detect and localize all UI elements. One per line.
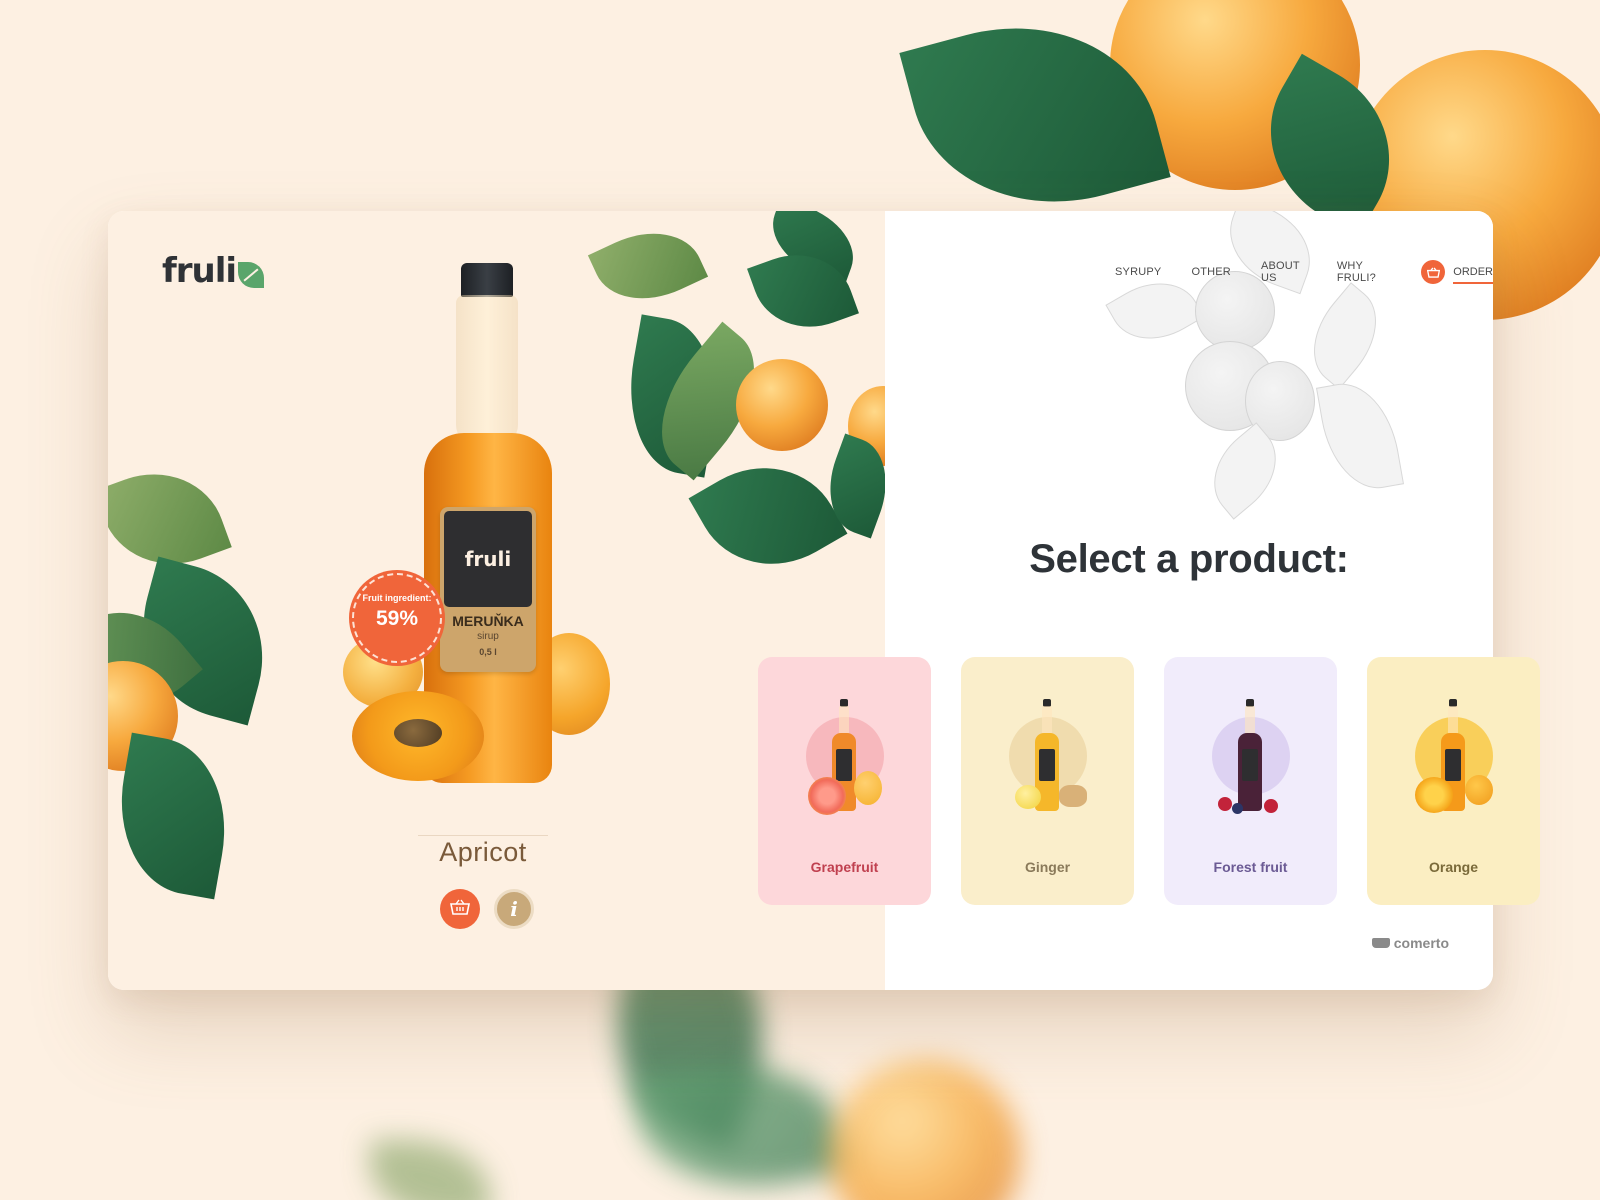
product-card-name: Orange: [1428, 859, 1478, 875]
ginger-image: [1059, 785, 1087, 807]
raspberry-image: [1218, 797, 1232, 811]
label-volume: 0,5 l: [479, 647, 497, 657]
raspberry-image: [1264, 799, 1278, 813]
leaf-icon: [238, 262, 265, 288]
sketch-leaf: [1293, 282, 1397, 390]
grapefruit-image: [854, 771, 882, 805]
bottle-neck: [1245, 706, 1255, 736]
basket-icon: [1421, 260, 1446, 284]
leaf-decoration: [688, 438, 848, 594]
apricot-decoration: [736, 359, 828, 451]
bottle-label: [1242, 749, 1258, 781]
order-button[interactable]: ORDER: [1421, 260, 1493, 284]
label-product-name: MERUŇKA: [452, 613, 524, 629]
bottle-label: [1445, 749, 1461, 781]
leaf-decoration: [587, 213, 709, 319]
powered-by-label: comerto: [1393, 935, 1449, 951]
orange-image: [1465, 775, 1493, 805]
nav-item-about-us[interactable]: ABOUT US: [1261, 260, 1307, 284]
product-card-name: Ginger: [1024, 859, 1071, 875]
label-logo-area: fruli: [444, 511, 532, 607]
basket-icon: [450, 899, 470, 920]
comerto-logo-icon: [1371, 938, 1390, 948]
label-product-type: sirup: [477, 631, 499, 642]
bottle-cap: [461, 263, 513, 297]
nav-item-syrupy[interactable]: SYRUPY: [1115, 266, 1161, 278]
bg-apricot-bottom: [830, 1060, 1020, 1200]
bottle-label: [836, 749, 852, 781]
apricot-pit: [394, 719, 442, 747]
orange-image: [1415, 777, 1453, 813]
bottle-neck: [456, 295, 518, 445]
bottle-neck: [1042, 706, 1052, 736]
add-to-cart-button[interactable]: [440, 889, 480, 929]
main-nav: SYRUPY OTHER ABOUT US WHY FRULI? ORDER: [1115, 260, 1493, 284]
brand-logo[interactable]: fruli: [162, 251, 265, 291]
nav-item-other[interactable]: OTHER: [1191, 266, 1231, 278]
info-button[interactable]: i: [494, 889, 534, 929]
blueberry-image: [1232, 803, 1243, 814]
grapefruit-image: [808, 777, 846, 815]
divider: [418, 835, 548, 836]
bg-leaf-bottom-3: [370, 1140, 490, 1200]
leaf-decoration: [108, 732, 241, 900]
nav-item-why-fruli[interactable]: WHY FRULI?: [1337, 260, 1391, 284]
badge-value: 59%: [375, 607, 419, 630]
product-card-name: Forest fruit: [1213, 859, 1288, 875]
logo-text: fruli: [162, 251, 237, 291]
bottle-neck: [839, 706, 849, 736]
info-icon: i: [510, 897, 518, 921]
bottle-neck: [1448, 706, 1458, 736]
product-card-forest-fruit[interactable]: Forest fruit: [1164, 657, 1337, 905]
product-bottle-thumbnail: [1238, 699, 1262, 811]
bottle-label: [1039, 749, 1055, 781]
order-label: ORDER: [1453, 266, 1493, 284]
product-title: Apricot: [439, 837, 527, 867]
bottle-label: fruli MERUŇKA sirup 0,5 l: [440, 507, 536, 672]
product-card-orange[interactable]: Orange: [1367, 657, 1540, 905]
powered-by[interactable]: comerto: [1371, 935, 1449, 951]
product-card-name: Grapefruit: [810, 859, 879, 875]
badge-label: Fruit ingredient:: [362, 593, 432, 603]
fruit-ingredient-badge: Fruit ingredient: 59%: [352, 573, 442, 663]
page-title: Select a product:: [1029, 537, 1349, 581]
product-card-grapefruit[interactable]: Grapefruit: [758, 657, 931, 905]
product-card-ginger[interactable]: Ginger: [961, 657, 1134, 905]
label-logo: fruli: [464, 547, 512, 571]
lemon-image: [1015, 785, 1041, 809]
sketch-leaf: [1315, 375, 1405, 497]
